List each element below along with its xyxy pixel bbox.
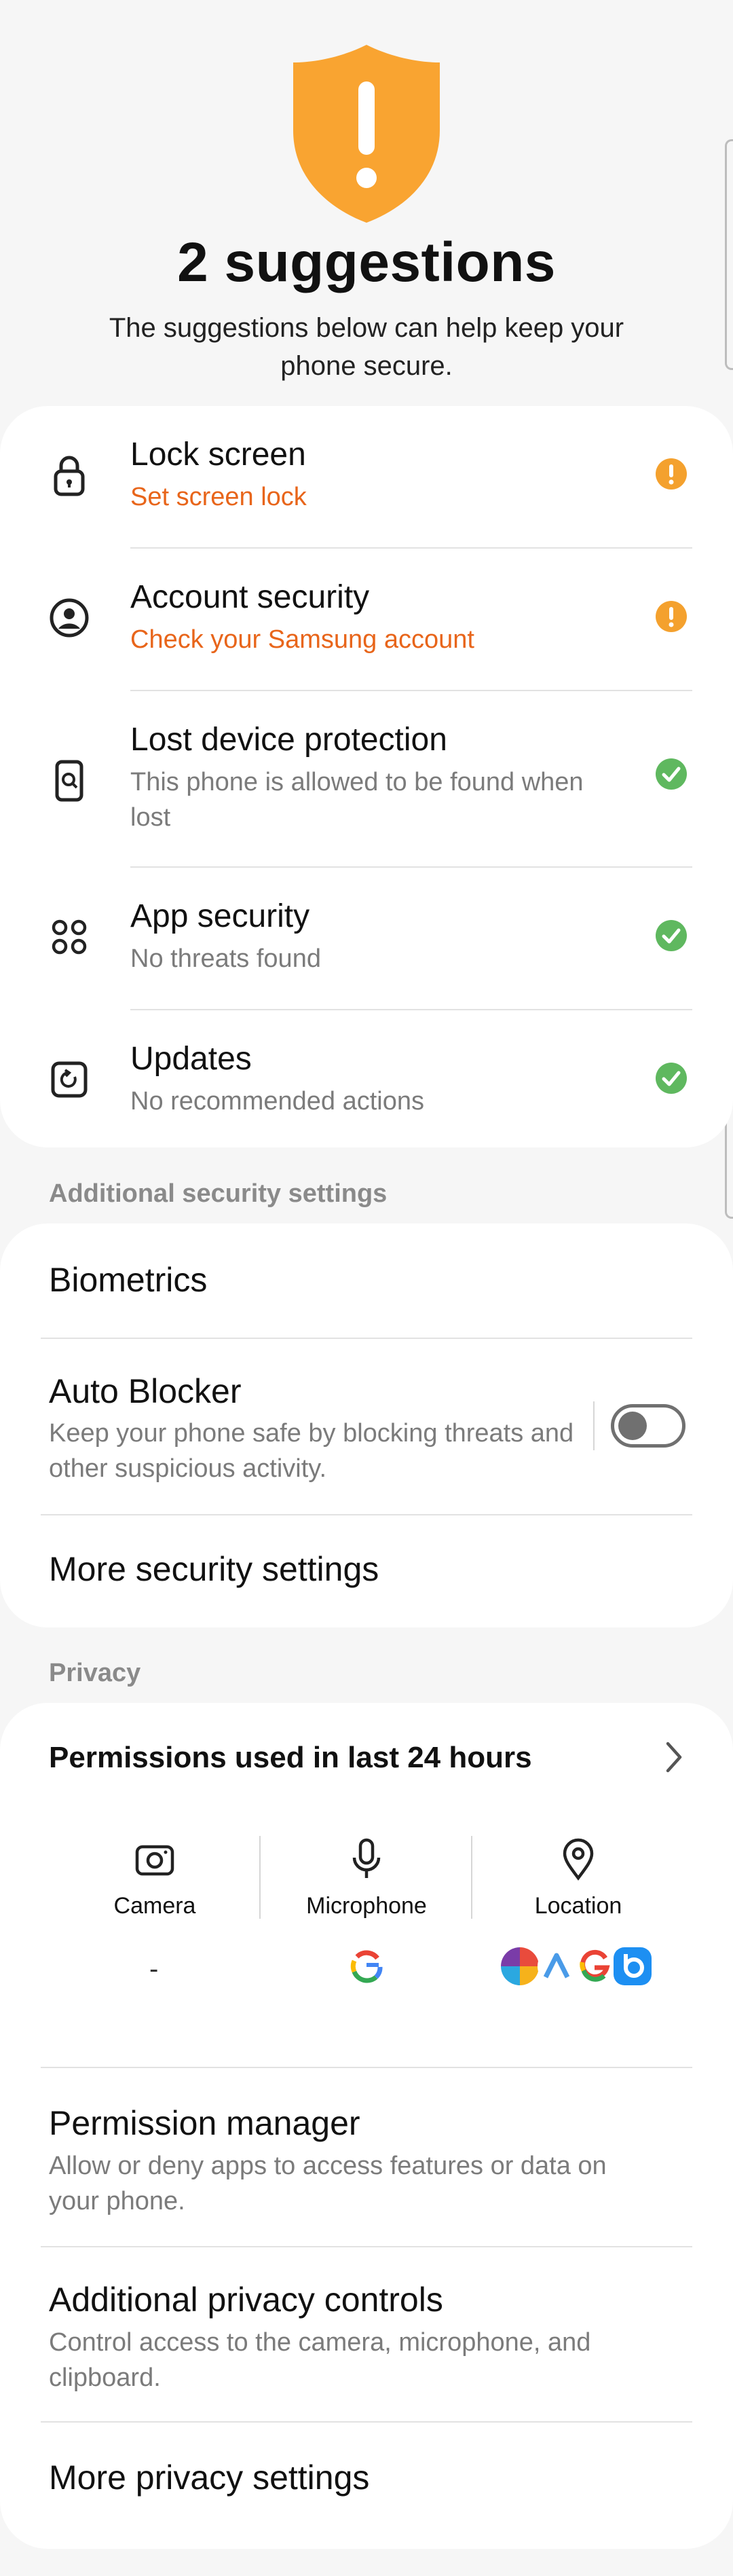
account-security-subtitle: Check your Samsung account (130, 625, 474, 654)
microphone-icon (265, 1837, 468, 1882)
column-separator (259, 1836, 261, 1919)
app-icon-2 (538, 1947, 576, 1985)
divider (41, 1338, 692, 1339)
ok-status-icon (656, 920, 687, 951)
additional-privacy-subtitle: Control access to the camera, microphone… (49, 2328, 591, 2392)
camera-label: Camera (113, 1893, 196, 1919)
page-title: 2 suggestions (177, 232, 556, 293)
permission-manager-item[interactable]: Permission manager Allow or deny apps to… (0, 2068, 733, 2246)
warning-status-icon (656, 458, 687, 490)
warning-shield-icon (289, 42, 444, 225)
more-security-settings[interactable]: More security settings (49, 1549, 379, 1589)
account-security-item[interactable]: Account security Check your Samsung acco… (0, 549, 733, 691)
lock-icon (48, 454, 91, 497)
microphone-permission[interactable]: Microphone (265, 1837, 468, 1919)
chevron-right-icon (660, 1740, 687, 1778)
permissions-used-title: Permissions used in last 24 hours (49, 1741, 532, 1774)
account-icon (48, 596, 91, 640)
lock-screen-title: Lock screen (130, 437, 306, 473)
additional-privacy-title: Additional privacy controls (49, 2281, 443, 2319)
page-subtitle: The suggestions below can help keep your… (109, 313, 624, 381)
lost-device-protection-item[interactable]: Lost device protection This phone is all… (0, 691, 733, 868)
lost-device-title: Lost device protection (130, 722, 447, 758)
app-security-item[interactable]: App security No threats found (0, 868, 733, 1010)
camera-icon (53, 1837, 257, 1882)
biometrics-item[interactable]: Biometrics (49, 1260, 207, 1300)
app-icon-1 (501, 1947, 539, 1985)
google-app-icon (347, 1947, 386, 1985)
lock-screen-item[interactable]: Lock screen Set screen lock (0, 406, 733, 549)
additional-privacy-controls-item[interactable]: Additional privacy controls Control acce… (0, 2247, 733, 2423)
app-security-subtitle: No threats found (130, 944, 321, 973)
toggle-knob (618, 1412, 647, 1440)
app-icon-4 (614, 1947, 652, 1985)
location-app-icons (501, 1947, 657, 1991)
column-separator (471, 1836, 472, 1919)
ok-status-icon (656, 1063, 687, 1094)
auto-blocker-toggle[interactable] (611, 1404, 685, 1448)
location-icon (476, 1837, 680, 1882)
permission-manager-subtitle: Allow or deny apps to access features or… (49, 2152, 607, 2215)
apps-icon (48, 915, 91, 959)
updates-subtitle: No recommended actions (130, 1087, 424, 1116)
warning-status-icon (656, 601, 687, 632)
permission-manager-title: Permission manager (49, 2104, 360, 2142)
permissions-used-header[interactable]: Permissions used in last 24 hours (0, 1703, 733, 1805)
auto-blocker-title[interactable]: Auto Blocker (49, 1372, 241, 1411)
privacy-label: Privacy (49, 1659, 141, 1687)
update-icon (48, 1058, 91, 1101)
find-device-icon (48, 759, 91, 803)
divider (41, 2421, 692, 2423)
additional-security-card: Biometrics Auto Blocker Keep your phone … (0, 1223, 733, 1627)
app-icon-3 (576, 1947, 614, 1985)
security-suggestions-card: Lock screen Set screen lock Account secu… (0, 406, 733, 1147)
privacy-card: Permissions used in last 24 hours Camera… (0, 1703, 733, 2549)
updates-title: Updates (130, 1041, 252, 1077)
location-label: Location (534, 1893, 622, 1919)
updates-item[interactable]: Updates No recommended actions (0, 1010, 733, 1146)
auto-blocker-subtitle: Keep your phone safe by blocking threats… (49, 1419, 574, 1483)
lost-device-subtitle: This phone is allowed to be found when l… (130, 768, 584, 832)
divider (41, 1514, 692, 1515)
app-security-title: App security (130, 898, 310, 934)
additional-security-label: Additional security settings (49, 1179, 388, 1208)
camera-apps-none: - (149, 1954, 159, 1984)
location-permission[interactable]: Location (476, 1837, 680, 1919)
toggle-separator (593, 1401, 595, 1450)
account-security-title: Account security (130, 579, 370, 615)
microphone-label: Microphone (306, 1893, 427, 1919)
lock-screen-subtitle: Set screen lock (130, 483, 307, 511)
camera-permission[interactable]: Camera (53, 1837, 257, 1919)
ok-status-icon (656, 758, 687, 790)
more-privacy-settings[interactable]: More privacy settings (49, 2458, 369, 2497)
